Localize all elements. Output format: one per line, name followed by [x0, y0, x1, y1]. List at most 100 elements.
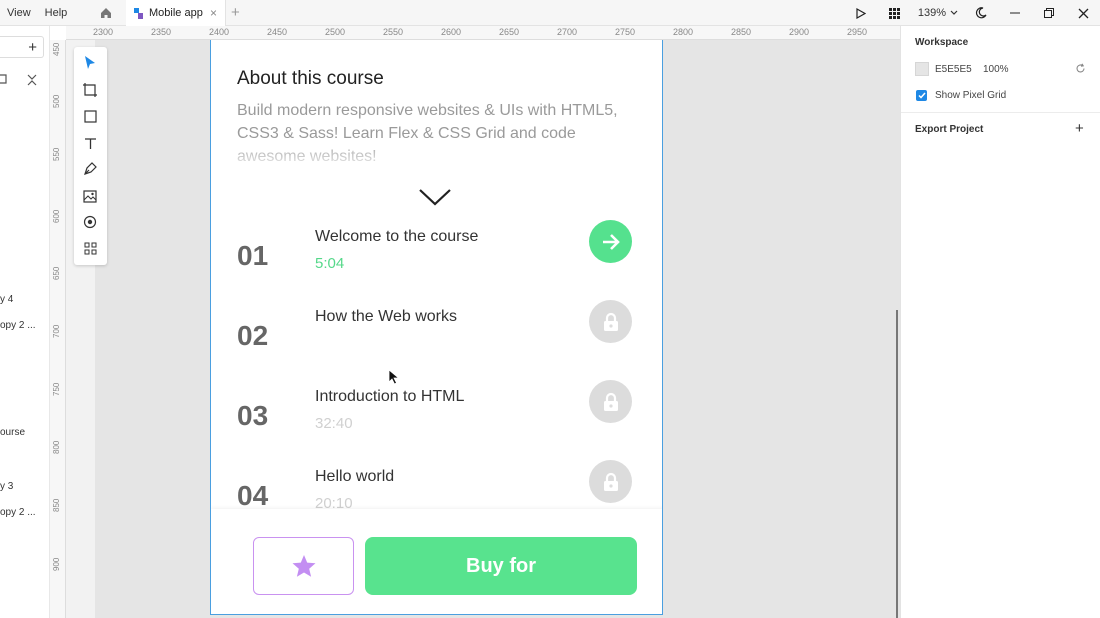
- reset-icon[interactable]: [1075, 63, 1086, 74]
- chevron-down-icon[interactable]: [418, 184, 452, 208]
- export-heading: Export Project: [915, 124, 984, 135]
- lock-icon: [603, 312, 618, 331]
- lesson-row[interactable]: 01 Welcome to the course 5:04: [211, 220, 662, 308]
- ruler-tick: 2350: [151, 27, 172, 37]
- star-icon: [292, 555, 315, 577]
- layer-search-box[interactable]: +: [0, 36, 44, 58]
- document-icon: [134, 7, 143, 19]
- image-tool[interactable]: [80, 186, 100, 206]
- select-tool[interactable]: [80, 53, 100, 73]
- new-tab-button[interactable]: +: [231, 4, 240, 21]
- lesson-row[interactable]: 03 Introduction to HTML 32:40: [211, 380, 662, 468]
- ruler-tick: 2900: [789, 27, 810, 37]
- apps-grid-icon: [84, 242, 96, 254]
- pixel-grid-label: Show Pixel Grid: [935, 90, 1007, 101]
- ruler-tick: 2700: [557, 27, 578, 37]
- grid-icon[interactable]: [878, 0, 912, 26]
- tab-label: Mobile app: [149, 7, 203, 19]
- ruler-tick: 2950: [847, 27, 868, 37]
- image-icon: [83, 189, 97, 203]
- ruler-tick: 700: [52, 324, 61, 338]
- artboard-tool[interactable]: [80, 80, 100, 100]
- ruler-tick: 2300: [93, 27, 114, 37]
- ruler-tick: 2400: [209, 27, 230, 37]
- buy-button[interactable]: Buy for: [365, 537, 637, 595]
- lesson-duration: 5:04: [315, 255, 345, 272]
- mobile-artboard[interactable]: About this course Build modern responsiv…: [210, 40, 663, 615]
- lock-icon: [603, 472, 618, 491]
- properties-panel: Workspace E5E5E5 100% Show Pixel Grid Ex…: [900, 26, 1100, 618]
- ruler-tick: 800: [52, 440, 61, 454]
- layer-item[interactable]: ourse: [0, 427, 25, 438]
- layer-item[interactable]: opy 2 ...: [0, 320, 36, 331]
- lesson-duration: 32:40: [315, 415, 353, 432]
- favorite-button[interactable]: [253, 537, 354, 595]
- pixel-grid-checkbox[interactable]: [916, 90, 927, 101]
- lesson-row[interactable]: 02 How the Web works: [211, 300, 662, 388]
- export-add-button[interactable]: +: [1075, 120, 1084, 137]
- ruler-tick: 2600: [441, 27, 462, 37]
- window-controls: 139%: [844, 0, 1100, 26]
- layer-item[interactable]: y 4: [0, 294, 13, 305]
- ruler-tick: 750: [52, 382, 61, 396]
- artboard-icon: [83, 83, 97, 97]
- play-icon[interactable]: [844, 0, 878, 26]
- zoom-dropdown[interactable]: 139%: [912, 7, 964, 19]
- ruler-tick: 2650: [499, 27, 520, 37]
- lesson-title: How the Web works: [315, 308, 457, 325]
- zoom-value: 139%: [917, 7, 946, 19]
- pen-icon: [84, 162, 97, 175]
- workspace-opacity[interactable]: 100%: [983, 64, 1009, 75]
- boolean-icon[interactable]: [0, 73, 10, 85]
- locked-lesson-button[interactable]: [589, 460, 632, 503]
- pen-tool[interactable]: [80, 159, 100, 179]
- workspace-color-swatch[interactable]: [915, 62, 929, 76]
- minimize-icon[interactable]: [998, 0, 1032, 26]
- ruler-tick: 2450: [267, 27, 288, 37]
- component-tool[interactable]: [80, 212, 100, 232]
- scrollbar-thumb[interactable]: [896, 310, 898, 618]
- tool-palette: [74, 47, 107, 265]
- rectangle-tool[interactable]: [80, 106, 100, 126]
- canvas-scrollbar[interactable]: [893, 40, 900, 618]
- layer-item[interactable]: y 3: [0, 481, 13, 492]
- layer-item[interactable]: opy 2 ...: [0, 507, 36, 518]
- home-icon[interactable]: [99, 6, 113, 20]
- lesson-number: 03: [237, 400, 269, 431]
- mouse-cursor-icon: [388, 369, 400, 385]
- play-lesson-button[interactable]: [589, 220, 632, 263]
- workspace-heading: Workspace: [915, 37, 969, 48]
- ruler-tick: 2550: [383, 27, 404, 37]
- about-title: About this course: [237, 68, 384, 89]
- menu-help[interactable]: Help: [38, 7, 75, 19]
- text-tool[interactable]: [80, 133, 100, 153]
- collapse-icon[interactable]: [27, 74, 37, 86]
- pointer-icon: [85, 56, 95, 69]
- purchase-bar: Buy for: [211, 509, 662, 614]
- chevron-down-icon: [950, 10, 958, 15]
- ruler-tick: 600: [52, 209, 61, 223]
- locked-lesson-button[interactable]: [589, 300, 632, 343]
- arrow-right-icon: [602, 233, 620, 250]
- target-icon: [83, 215, 97, 229]
- locked-lesson-button[interactable]: [589, 380, 632, 423]
- ruler-tick: 2750: [615, 27, 636, 37]
- add-icon[interactable]: +: [28, 39, 37, 56]
- ruler-tick: 2850: [731, 27, 752, 37]
- dark-mode-icon[interactable]: [964, 0, 998, 26]
- lesson-title: Hello world: [315, 468, 395, 485]
- ruler-tick: 850: [52, 498, 61, 512]
- menu-view[interactable]: View: [0, 7, 38, 19]
- plugins-tool[interactable]: [80, 238, 100, 258]
- restore-icon[interactable]: [1032, 0, 1066, 26]
- lock-icon: [603, 392, 618, 411]
- workspace-color-hex[interactable]: E5E5E5: [935, 64, 972, 75]
- ruler-tick: 550: [52, 147, 61, 161]
- ruler-tick: 450: [52, 42, 61, 56]
- close-window-icon[interactable]: [1066, 0, 1100, 26]
- close-tab-icon[interactable]: ×: [210, 6, 217, 20]
- tab-mobile-app[interactable]: Mobile app ×: [126, 0, 226, 26]
- panel-divider: [901, 112, 1100, 113]
- lesson-title: Introduction to HTML: [315, 388, 465, 405]
- lesson-number: 04: [237, 480, 269, 511]
